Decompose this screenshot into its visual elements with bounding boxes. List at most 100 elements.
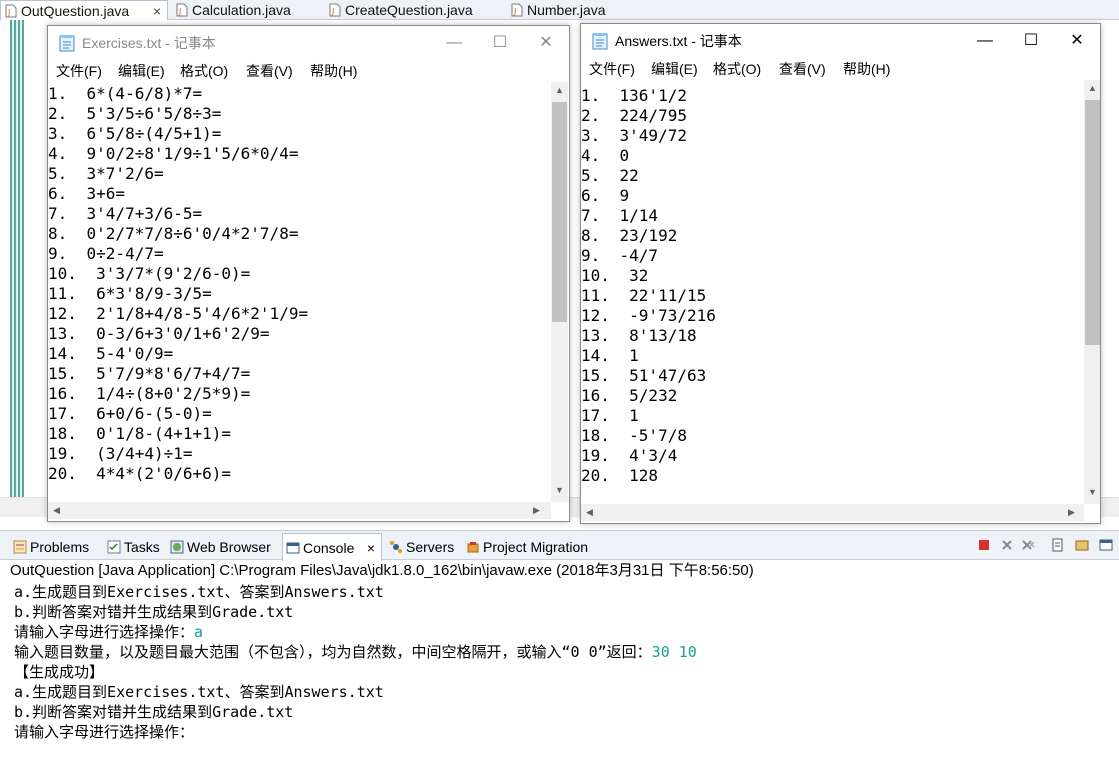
- remove-all-terminated-icon[interactable]: [1021, 538, 1035, 552]
- text-line: 11. 6*3'8/9-3/5=: [48, 284, 212, 303]
- text-line: 12. -9'73/216: [581, 306, 716, 325]
- menu-bar: 文件(F) 编辑(E) 格式(O) 查看(V) 帮助(H): [581, 58, 1100, 80]
- text-line: 8. 23/192: [581, 226, 678, 245]
- terminate-icon[interactable]: [977, 538, 991, 552]
- tab-web-browser[interactable]: Web Browser: [167, 535, 271, 559]
- tab-servers[interactable]: Servers: [386, 535, 454, 559]
- text-line: 3. 3'49/72: [581, 126, 687, 145]
- scroll-down-icon[interactable]: ▼: [1084, 484, 1100, 501]
- tab-label: Console: [303, 540, 355, 556]
- scroll-down-icon[interactable]: ▼: [551, 482, 568, 499]
- close-icon[interactable]: ×: [367, 534, 375, 562]
- window-titlebar[interactable]: Exercises.txt - 记事本 — ☐ ✕: [48, 26, 569, 60]
- text-line: 2. 224/795: [581, 106, 687, 125]
- tab-tasks[interactable]: Tasks: [104, 535, 160, 559]
- java-file-icon: J: [511, 3, 523, 17]
- text-line: 19. (3/4+4)÷1=: [48, 444, 193, 463]
- text-line: 10. 32: [581, 266, 649, 285]
- menu-format[interactable]: 格式(O): [180, 60, 228, 82]
- user-input: 30 10: [651, 643, 697, 661]
- window-title: Answers.txt - 记事本: [615, 33, 742, 49]
- tab-project-migration[interactable]: Project Migration: [463, 535, 588, 559]
- vertical-scrollbar[interactable]: ▲ ▼: [1084, 80, 1100, 504]
- user-input: a: [194, 623, 204, 641]
- scroll-right-icon[interactable]: ▶: [528, 502, 545, 519]
- text-line: 14. 5-4'0/9=: [48, 344, 174, 363]
- console-output[interactable]: a.生成题目到Exercises.txt、答案到Answers.txt b.判断…: [0, 582, 1119, 761]
- notepad-window-exercises[interactable]: Exercises.txt - 记事本 — ☐ ✕ 文件(F) 编辑(E) 格式…: [47, 25, 570, 522]
- tab-label: Servers: [406, 539, 455, 555]
- horizontal-scrollbar[interactable]: ◀ ▶: [581, 504, 1084, 521]
- horizontal-scrollbar[interactable]: ◀ ▶: [48, 502, 551, 519]
- close-button[interactable]: ✕: [523, 26, 569, 60]
- editor-tab-label: OutQuestion.java: [21, 3, 130, 19]
- editor-tab-outquestion[interactable]: J OutQuestion.java ×: [0, 0, 168, 21]
- scroll-left-icon[interactable]: ◀: [48, 502, 65, 519]
- text-line: 17. 1: [581, 406, 639, 425]
- globe-icon: [170, 540, 184, 554]
- pin-console-icon[interactable]: [1075, 538, 1089, 552]
- editor-tab-createquestion[interactable]: J CreateQuestion.java: [325, 0, 473, 20]
- editor-tab-calculation[interactable]: J Calculation.java: [172, 0, 291, 20]
- text-line: 1. 6*(4-6/8)*7=: [48, 84, 203, 103]
- text-line: 7. 1/14: [581, 206, 659, 225]
- editor-tab-label: Number.java: [527, 2, 606, 18]
- maximize-button[interactable]: ☐: [1008, 24, 1054, 58]
- menu-edit[interactable]: 编辑(E): [651, 58, 698, 80]
- editor-tab-number[interactable]: J Number.java: [507, 0, 606, 20]
- console-process-label: OutQuestion [Java Application] C:\Progra…: [10, 562, 754, 579]
- display-console-icon[interactable]: [1099, 538, 1113, 552]
- close-button[interactable]: ✕: [1054, 24, 1100, 58]
- text-area[interactable]: 1. 6*(4-6/8)*7= 2. 5'3/5÷6'5/8÷3= 3. 6'5…: [48, 82, 548, 483]
- window-title: Exercises.txt - 记事本: [82, 35, 216, 51]
- text-line: 9. -4/7: [581, 246, 659, 265]
- scroll-lock-icon[interactable]: [1051, 538, 1065, 552]
- scroll-up-icon[interactable]: ▲: [551, 82, 568, 99]
- text-line: 19. 4'3/4: [581, 446, 678, 465]
- text-line: 12. 2'1/8+4/8-5'4/6*2'1/9=: [48, 304, 309, 323]
- editor-tab-label: Calculation.java: [192, 2, 291, 18]
- vertical-scrollbar[interactable]: ▲ ▼: [551, 82, 568, 502]
- text-line: 7. 3'4/7+3/6-5=: [48, 204, 203, 223]
- window-titlebar[interactable]: Answers.txt - 记事本 — ☐ ✕: [581, 24, 1100, 58]
- menu-format[interactable]: 格式(O): [713, 58, 761, 80]
- notepad-window-answers[interactable]: Answers.txt - 记事本 — ☐ ✕ 文件(F) 编辑(E) 格式(O…: [580, 23, 1101, 524]
- notepad-icon: [59, 35, 75, 52]
- scrollbar-thumb[interactable]: [1085, 100, 1100, 345]
- remove-launch-icon[interactable]: [1000, 538, 1014, 552]
- problems-icon: [13, 540, 27, 554]
- minimize-button[interactable]: —: [431, 26, 477, 60]
- text-line: 20. 4*4*(2'0/6+6)=: [48, 464, 232, 483]
- view-tab-strip: Problems Tasks Web Browser Console × Ser…: [0, 530, 1119, 561]
- menu-help[interactable]: 帮助(H): [310, 60, 357, 82]
- text-area[interactable]: 1. 136'1/2 2. 224/795 3. 3'49/72 4. 0 5.…: [581, 80, 1081, 490]
- tab-label: Problems: [30, 539, 90, 555]
- scroll-left-icon[interactable]: ◀: [581, 504, 598, 521]
- text-line: 16. 5/232: [581, 386, 678, 405]
- close-icon[interactable]: ×: [153, 1, 161, 21]
- scroll-right-icon[interactable]: ▶: [1063, 504, 1080, 521]
- minimize-button[interactable]: —: [962, 24, 1008, 58]
- console-icon: [286, 542, 300, 554]
- menu-file[interactable]: 文件(F): [589, 58, 635, 80]
- text-line: 5. 3*7'2/6=: [48, 164, 164, 183]
- text-line: 11. 22'11/15: [581, 286, 707, 305]
- tab-label: Tasks: [124, 539, 160, 555]
- text-line: 9. 0÷2-4/7=: [48, 244, 164, 263]
- text-line: 2. 5'3/5÷6'5/8÷3=: [48, 104, 222, 123]
- menu-file[interactable]: 文件(F): [56, 60, 102, 82]
- menu-view[interactable]: 查看(V): [246, 60, 293, 82]
- scroll-up-icon[interactable]: ▲: [1084, 80, 1100, 97]
- maximize-button[interactable]: ☐: [477, 26, 523, 60]
- text-line: 6. 3+6=: [48, 184, 126, 203]
- text-line: 18. -5'7/8: [581, 426, 687, 445]
- scrollbar-thumb[interactable]: [552, 102, 567, 322]
- svg-text:J: J: [331, 7, 334, 16]
- svg-text:J: J: [513, 7, 516, 16]
- tab-problems[interactable]: Problems: [10, 535, 89, 559]
- menu-view[interactable]: 查看(V): [779, 58, 826, 80]
- menu-edit[interactable]: 编辑(E): [118, 60, 165, 82]
- tab-console[interactable]: Console ×: [282, 533, 382, 561]
- console-line: 输入题目数量，以及题目最大范围（不包含），均为自然数，中间空格隔开，或输入“0 …: [14, 643, 697, 661]
- menu-help[interactable]: 帮助(H): [843, 58, 890, 80]
